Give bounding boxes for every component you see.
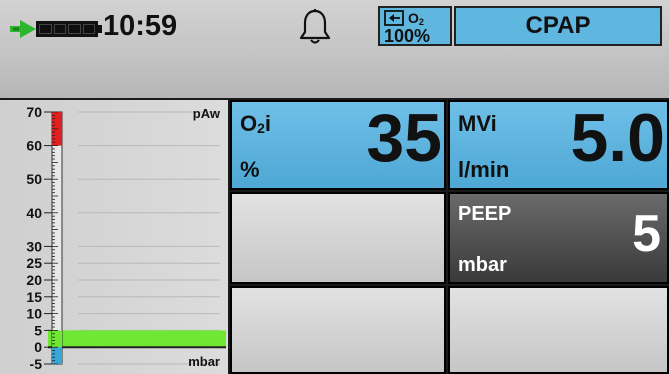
- tick-label: -5: [30, 356, 43, 372]
- battery-indicator: [10, 17, 102, 41]
- gas-inlet-icon: [384, 10, 404, 26]
- low-zone: [52, 347, 62, 364]
- pressure-unit-label: mbar: [188, 354, 220, 369]
- param-value: 5.0: [570, 100, 665, 176]
- battery-cells: [36, 21, 98, 37]
- tick-label: 40: [26, 205, 42, 221]
- param-value: 5: [632, 205, 661, 263]
- tick-label: 10: [26, 306, 42, 322]
- minute-volume-tile[interactable]: MVi l/min 5.0: [448, 100, 669, 190]
- param-unit: %: [240, 157, 260, 182]
- ventilation-mode-button[interactable]: CPAP: [454, 6, 662, 46]
- o2-supply-indicator[interactable]: O2 100%: [378, 6, 452, 46]
- scale-column: [51, 111, 63, 365]
- param-name: MVi: [458, 111, 497, 136]
- param-unit: mbar: [458, 254, 507, 276]
- tick-label: 30: [26, 238, 42, 254]
- tick-label: 70: [26, 104, 42, 120]
- param-unit: l/min: [458, 157, 510, 182]
- param-name: O2i: [240, 111, 272, 136]
- pressure-fill: [48, 330, 226, 348]
- pressure-bargraph: 70605040302520151050-5pAwmbar: [26, 104, 226, 372]
- column-fill: [52, 330, 62, 348]
- param-value: 35: [366, 100, 442, 176]
- tick-label: 0: [34, 339, 42, 355]
- o2-percent: 100%: [384, 26, 431, 46]
- bell-icon[interactable]: [298, 8, 332, 46]
- status-header: 10:59 O2 100% CPAP: [0, 0, 669, 98]
- empty-tile-2[interactable]: [230, 286, 446, 374]
- empty-tile-3[interactable]: [448, 286, 669, 374]
- peep-tile[interactable]: PEEP mbar 5: [448, 192, 669, 284]
- battery-charging-icon: [10, 20, 36, 38]
- tick-label: 25: [26, 255, 42, 271]
- o2-label: O2: [408, 10, 424, 27]
- tick-label: 5: [34, 322, 42, 338]
- tick-label: 20: [26, 272, 42, 288]
- airway-pressure-bar: 70 60 50 40 30 25 20 15 10 5 0 -5 pAw mbar: [0, 100, 228, 374]
- param-name: PEEP: [458, 203, 512, 225]
- tick-label: 50: [26, 171, 42, 187]
- tick-label: 60: [26, 138, 42, 154]
- pressure-top-label: pAw: [193, 106, 221, 121]
- o2-concentration-tile[interactable]: O2i % 35: [230, 100, 446, 190]
- tick-label: 15: [26, 289, 42, 305]
- empty-tile-1[interactable]: [230, 192, 446, 284]
- clock: 10:59: [103, 10, 178, 42]
